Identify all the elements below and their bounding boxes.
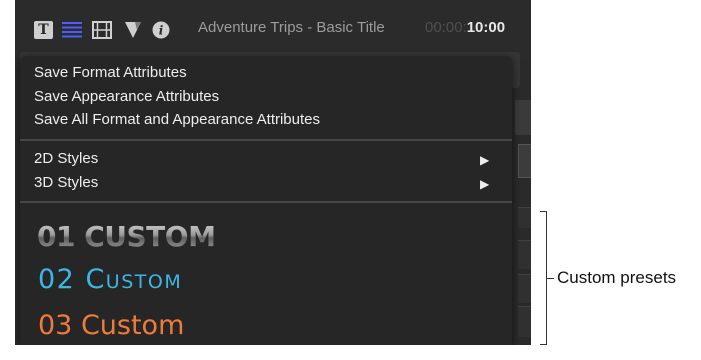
- menu-item-save-appearance[interactable]: Save Appearance Attributes: [34, 88, 219, 105]
- svg-text:i: i: [159, 24, 164, 38]
- menu-separator: [20, 139, 512, 141]
- submenu-arrow-icon: ▶: [480, 153, 490, 167]
- shape-icon[interactable]: [124, 21, 142, 39]
- background-strip: [515, 100, 531, 135]
- menu-separator: [20, 201, 512, 203]
- menu-item-2d-styles[interactable]: 2D Styles: [34, 150, 98, 167]
- background-strip: [518, 240, 531, 269]
- action-popup-menu: Save Format Attributes Save Appearance A…: [20, 56, 512, 345]
- paragraph-lines-icon[interactable]: [62, 22, 82, 38]
- text-inspector-icon[interactable]: T: [34, 21, 53, 39]
- inspector-window: T i Adventure Trips - Basic Title 00:00:…: [15, 0, 531, 345]
- timecode-dim: 00:00:: [425, 19, 467, 36]
- callout-label: Custom presets: [557, 268, 677, 287]
- timecode: 00:00:10:00: [425, 19, 505, 36]
- custom-preset-03[interactable]: 03 Custom: [38, 310, 184, 341]
- clip-title: Adventure Trips - Basic Title: [198, 19, 385, 36]
- background-strip: [518, 306, 531, 337]
- submenu-arrow-icon: ▶: [480, 177, 490, 191]
- background-field: [518, 144, 531, 178]
- info-icon[interactable]: i: [152, 21, 170, 39]
- bracket-tick: [546, 278, 554, 279]
- video-filmstrip-icon[interactable]: [92, 21, 112, 39]
- menu-item-save-all[interactable]: Save All Format and Appearance Attribute…: [34, 111, 320, 128]
- custom-preset-01[interactable]: 01 CUSTOM: [37, 220, 216, 253]
- background-strip: [518, 207, 531, 228]
- menu-item-3d-styles[interactable]: 3D Styles: [34, 174, 98, 191]
- background-strip: [518, 274, 531, 303]
- custom-preset-02[interactable]: 02 Custom: [38, 264, 182, 295]
- menu-item-save-format[interactable]: Save Format Attributes: [34, 64, 187, 81]
- timecode-bright: 10:00: [466, 19, 506, 36]
- inspector-header: T i Adventure Trips - Basic Title 00:00:…: [15, 0, 531, 58]
